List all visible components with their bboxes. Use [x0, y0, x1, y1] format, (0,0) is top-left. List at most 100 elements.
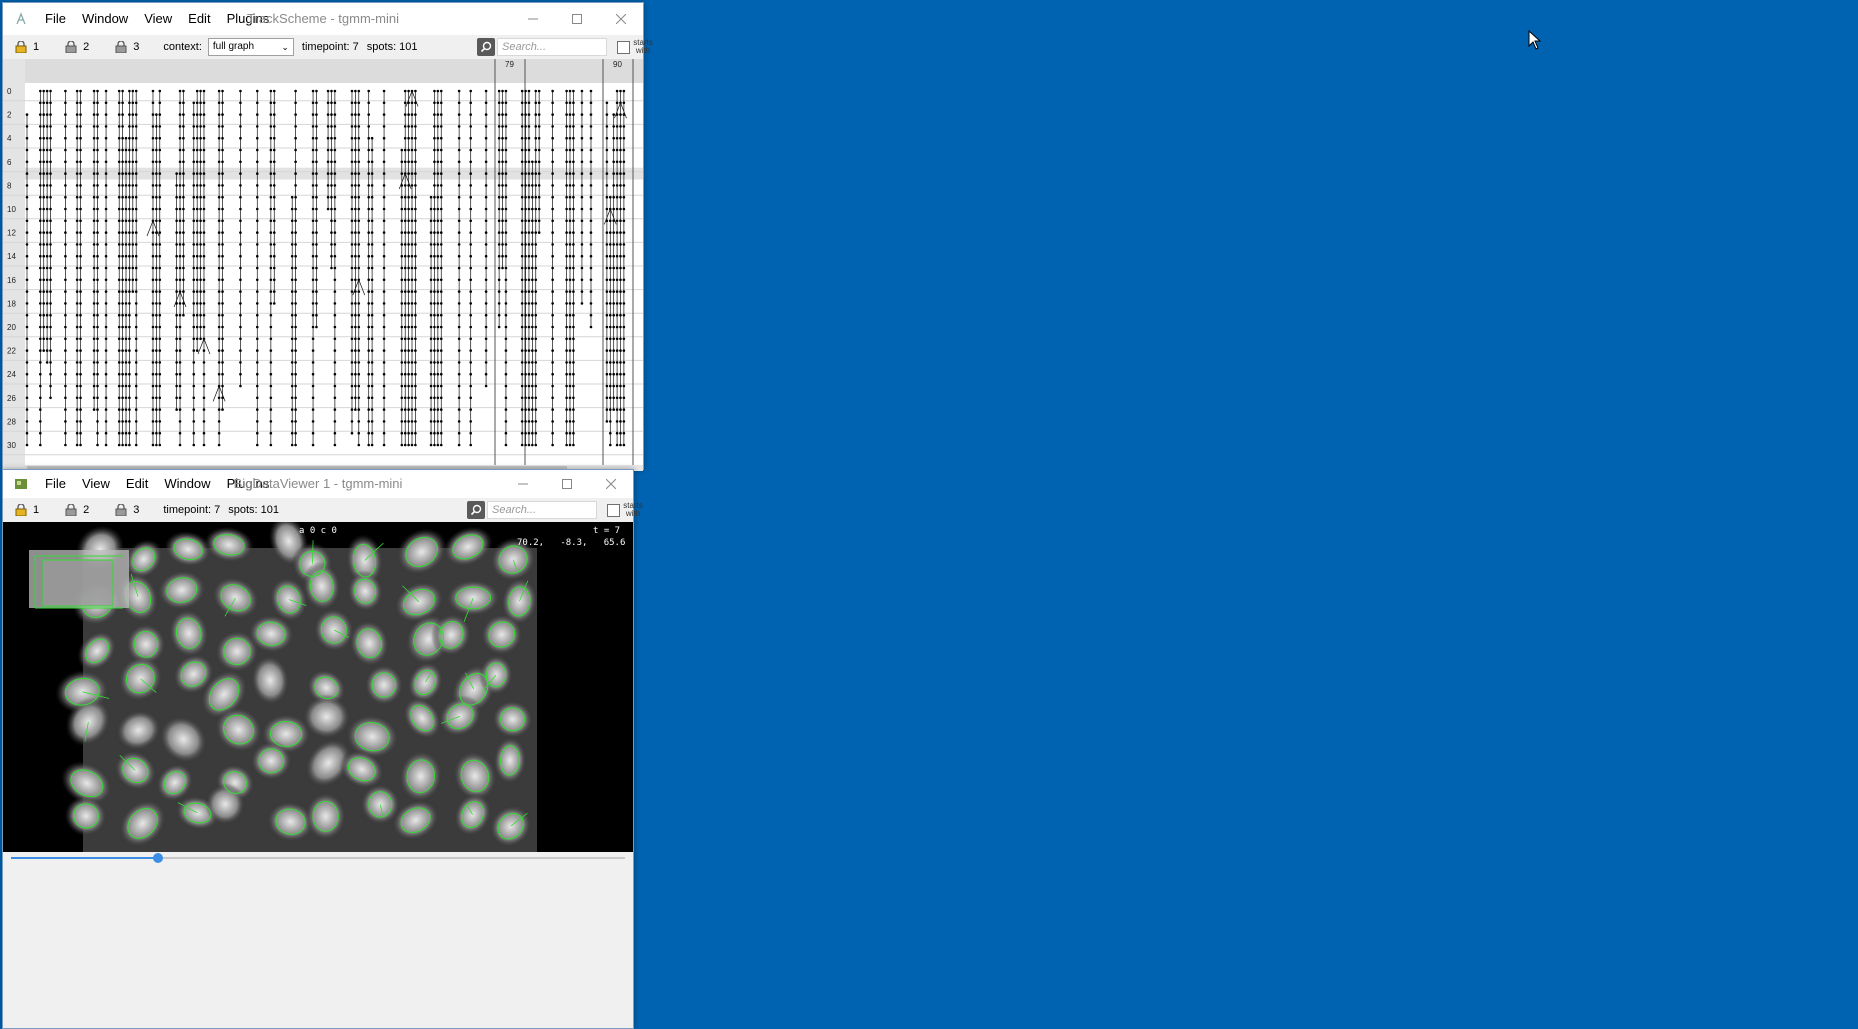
spot-node — [572, 443, 575, 447]
spot-node — [124, 160, 128, 164]
spot-node — [403, 266, 407, 270]
bdv-app-icon — [13, 476, 29, 492]
menu-window[interactable]: Window — [74, 3, 136, 35]
spot-node — [64, 337, 67, 341]
spot-node — [370, 313, 374, 317]
spot-node — [433, 431, 436, 435]
lock-icon — [65, 41, 77, 53]
spot-node — [330, 101, 333, 105]
spot-node — [608, 349, 612, 352]
spot-node — [410, 231, 414, 234]
spot-node — [311, 384, 315, 388]
maximize-button[interactable] — [545, 470, 589, 498]
spot-node — [117, 231, 121, 234]
spot-node — [357, 113, 361, 116]
spot-node — [134, 254, 138, 258]
spot-node — [531, 443, 534, 447]
division-edge — [173, 291, 181, 308]
slider-thumb[interactable] — [153, 853, 164, 863]
menu-file[interactable]: File — [37, 470, 74, 498]
spot-node — [202, 136, 206, 140]
menu-edit[interactable]: Edit — [180, 3, 218, 35]
lineage-canvas[interactable]: 02468101214161820222426283079 90 — [3, 59, 643, 465]
spot-node — [572, 254, 575, 258]
menu-window[interactable]: Window — [156, 470, 218, 498]
lock-2[interactable]: 2 — [65, 504, 89, 516]
search-button[interactable] — [467, 501, 485, 519]
lock-label: 1 — [33, 41, 40, 53]
spot-node — [612, 184, 615, 187]
context-select[interactable]: full graph ⌄ — [207, 38, 294, 56]
close-button[interactable] — [599, 3, 643, 35]
spot-node — [565, 125, 568, 128]
starts-with-checkbox[interactable] — [617, 40, 630, 54]
spot-node — [326, 89, 330, 93]
spot-node — [439, 254, 443, 258]
spot-node — [414, 148, 417, 152]
spot-node — [605, 361, 609, 364]
division-edge — [152, 220, 160, 237]
spot-node — [370, 361, 374, 364]
menu-edit[interactable]: Edit — [118, 470, 156, 498]
minimize-button[interactable] — [511, 3, 555, 35]
spot-node — [589, 325, 593, 329]
spot-node — [400, 148, 404, 152]
maximize-button[interactable] — [555, 3, 599, 35]
menu-file[interactable]: File — [37, 3, 74, 35]
menu-view[interactable]: View — [136, 3, 180, 35]
spot-node — [151, 195, 155, 199]
lock-1[interactable]: 1 — [15, 41, 39, 53]
spot-node — [195, 207, 199, 211]
search-input[interactable] — [487, 501, 597, 519]
spot-node — [195, 266, 199, 270]
spot-node — [605, 266, 609, 270]
microscopy-image[interactable] — [3, 522, 633, 852]
spot-node — [155, 160, 158, 164]
spot-node — [64, 113, 67, 116]
search-input[interactable] — [497, 38, 607, 56]
spot-node — [182, 195, 185, 199]
spot-node — [158, 372, 162, 376]
spot-node — [255, 384, 259, 388]
spot-node — [534, 325, 538, 329]
spot-node — [433, 349, 436, 352]
spot-node — [175, 361, 178, 364]
lock-1[interactable]: 1 — [15, 504, 39, 516]
lock-3[interactable]: 3 — [115, 504, 139, 516]
menu-view[interactable]: View — [74, 470, 118, 498]
minimize-button[interactable] — [501, 470, 545, 498]
spot-node — [315, 302, 318, 305]
menu-plugins[interactable]: Plugins — [219, 470, 278, 498]
menu-plugins[interactable]: Plugins — [219, 3, 278, 35]
close-button[interactable] — [589, 470, 633, 498]
spot-node — [79, 443, 82, 447]
spot-node — [239, 290, 242, 293]
timepoint-slider[interactable] — [3, 852, 633, 864]
spot-node — [527, 290, 531, 293]
spot-node — [155, 372, 158, 376]
starts-with-checkbox[interactable] — [607, 503, 620, 517]
spot-node — [64, 254, 67, 258]
spot-node — [469, 184, 473, 187]
trackscheme-graph[interactable]: 0 2 4 6 8 10 12 14 16 18 20 22 24 26 28 30 79 90 — [3, 59, 643, 465]
spot-node — [42, 125, 46, 128]
spot-node — [64, 243, 67, 246]
spot-node — [192, 231, 196, 234]
spot-node — [158, 125, 162, 128]
bdv-titlebar[interactable]: File View Edit Window Plugins BigDataVie… — [3, 470, 633, 498]
spot-node — [239, 266, 242, 270]
spot-node — [182, 278, 185, 282]
lock-2[interactable]: 2 — [65, 41, 89, 53]
spot-node — [79, 302, 82, 305]
search-button[interactable] — [477, 38, 495, 56]
spot-node — [580, 89, 584, 93]
spot-node — [182, 113, 185, 116]
spot-node — [255, 361, 259, 364]
bdv-viewer-canvas[interactable]: a 0 c 0 t = 7 70.2, -8.3, 65.6 — [3, 522, 633, 852]
spot-node — [269, 337, 273, 341]
trackscheme-titlebar[interactable]: File Window View Edit Plugins TrackSchem… — [3, 3, 643, 35]
lock-3[interactable]: 3 — [115, 41, 139, 53]
spot-node — [39, 148, 42, 152]
spot-node — [457, 184, 461, 187]
spot-node — [104, 113, 108, 116]
